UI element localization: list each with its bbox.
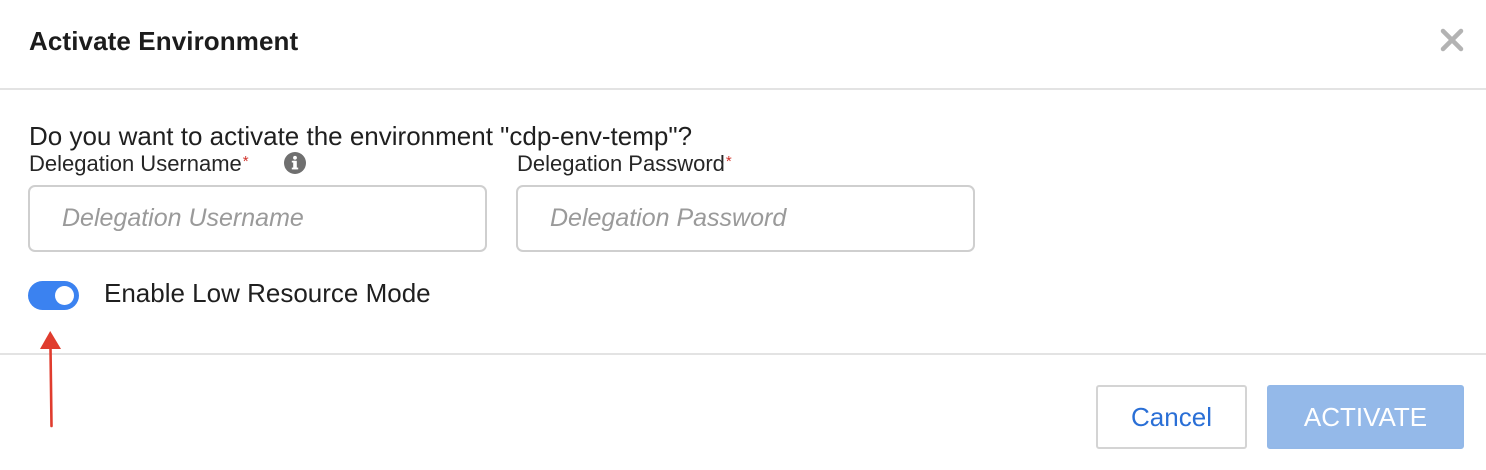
password-label-text: Delegation Password xyxy=(517,151,725,176)
low-resource-mode-label: Enable Low Resource Mode xyxy=(104,278,431,308)
required-marker: * xyxy=(242,153,249,170)
activate-button[interactable]: ACTIVATE xyxy=(1267,385,1464,449)
required-marker: * xyxy=(725,153,732,170)
red-arrow-icon xyxy=(36,328,66,430)
toggle-knob xyxy=(55,286,74,305)
username-label-text: Delegation Username xyxy=(29,151,242,176)
username-label: Delegation Username* xyxy=(29,151,249,177)
dialog-header: Activate Environment xyxy=(0,0,1486,90)
activation-question: Do you want to activate the environment … xyxy=(29,121,693,151)
delegation-username-input[interactable] xyxy=(28,185,487,252)
dialog-title: Activate Environment xyxy=(29,26,299,56)
close-icon[interactable] xyxy=(1436,24,1468,56)
cancel-button[interactable]: Cancel xyxy=(1096,385,1247,449)
password-label: Delegation Password* xyxy=(517,151,732,177)
footer-divider xyxy=(0,353,1486,355)
info-icon[interactable] xyxy=(283,151,307,175)
activate-environment-dialog: Activate Environment Do you want to acti… xyxy=(0,0,1486,470)
low-resource-mode-toggle[interactable] xyxy=(28,281,79,310)
delegation-password-input[interactable] xyxy=(516,185,975,252)
